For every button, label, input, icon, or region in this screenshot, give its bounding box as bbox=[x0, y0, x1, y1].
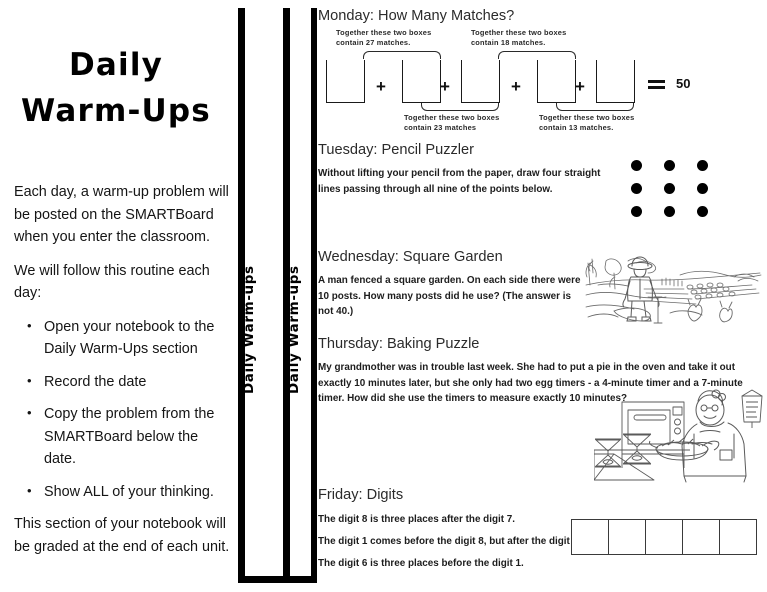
tuesday-dot-grid bbox=[631, 160, 719, 222]
monday-brace-bottom-right bbox=[556, 103, 634, 111]
monday-heading: Monday: How Many Matches? bbox=[318, 8, 515, 24]
monday-equals-bar-bottom bbox=[648, 86, 665, 89]
friday-clue-3: The digit 6 is three places before the d… bbox=[318, 558, 524, 569]
list-item: Open your notebook to the Daily Warm-Ups… bbox=[27, 315, 234, 361]
friday-answer-box-5[interactable] bbox=[719, 519, 757, 555]
dot-r1c2 bbox=[664, 160, 675, 171]
friday-heading: Friday: Digits bbox=[318, 487, 404, 503]
monday-note-top-left: Together these two boxes contain 27 matc… bbox=[336, 28, 432, 47]
wednesday-heading: Wednesday: Square Garden bbox=[318, 249, 503, 265]
friday-clue-1: The digit 8 is three places after the di… bbox=[318, 514, 515, 525]
monday-equals-bar-top bbox=[648, 80, 665, 83]
tuesday-body-text: Without lifting your pencil from the pap… bbox=[318, 168, 601, 195]
cover-intro-paragraph-2: We will follow this routine each day: bbox=[14, 262, 210, 302]
list-item: Record the date bbox=[27, 370, 234, 394]
wednesday-body-text: A man fenced a square garden. On each si… bbox=[318, 275, 581, 317]
page-title-line-1: Daily bbox=[68, 47, 164, 83]
monday-note-top-right: Together these two boxes contain 18 matc… bbox=[471, 28, 567, 47]
monday-box-5 bbox=[596, 60, 635, 103]
friday-answer-box-2[interactable] bbox=[608, 519, 645, 555]
monday-box-2 bbox=[402, 60, 441, 103]
monday-matches-diagram: Together these two boxes contain 27 matc… bbox=[318, 28, 767, 133]
friday-answer-box-3[interactable] bbox=[645, 519, 682, 555]
monday-total-value: 50 bbox=[676, 76, 691, 91]
monday-plus-1: + bbox=[376, 77, 386, 96]
farmer-garden-illustration bbox=[585, 256, 762, 324]
dot-r3c2 bbox=[664, 206, 675, 217]
monday-note-bottom-right: Together these two boxes contain 13 matc… bbox=[539, 113, 635, 132]
monday-brace-top-left bbox=[363, 51, 441, 59]
friday-answer-box-4[interactable] bbox=[682, 519, 719, 555]
friday-clue-2: The digit 1 comes before the digit 8, bu… bbox=[318, 536, 581, 547]
monday-box-4 bbox=[537, 60, 576, 103]
cover-panel: Daily Warm-Ups Each day, a warm-up probl… bbox=[0, 0, 232, 592]
cover-intro-paragraph-1: Each day, a warm-up problem will be post… bbox=[14, 184, 229, 245]
list-item: Show ALL of your thinking. bbox=[27, 480, 234, 504]
tuesday-heading: Tuesday: Pencil Puzzler bbox=[318, 142, 475, 158]
monday-box-3 bbox=[461, 60, 500, 103]
dot-r2c3 bbox=[697, 183, 708, 194]
cover-closing-paragraph: This section of your notebook will be gr… bbox=[14, 516, 230, 555]
monday-plus-3: + bbox=[511, 77, 521, 96]
cover-routine-list: Open your notebook to the Daily Warm-Ups… bbox=[14, 315, 234, 504]
dot-r3c1 bbox=[631, 206, 642, 217]
monday-plus-4: + bbox=[575, 77, 585, 96]
monday-box-1 bbox=[326, 60, 365, 103]
spine-label-second: Daily Warm-ups bbox=[286, 265, 302, 394]
monday-brace-top-right bbox=[498, 51, 576, 59]
spine-rule-bottom-a bbox=[238, 576, 290, 583]
spine-label-first: Daily Warm-ups bbox=[241, 265, 257, 394]
friday-answer-boxes bbox=[571, 519, 757, 555]
friday-answer-box-1[interactable] bbox=[571, 519, 608, 555]
dot-r3c3 bbox=[697, 206, 708, 217]
page-title: Daily Warm-Ups bbox=[0, 42, 232, 134]
spine-rule-right bbox=[311, 8, 317, 583]
monday-brace-bottom-left bbox=[421, 103, 499, 111]
monday-note-bottom-left: Together these two boxes contain 23 matc… bbox=[404, 113, 500, 132]
dot-r2c1 bbox=[631, 183, 642, 194]
dot-r1c1 bbox=[631, 160, 642, 171]
dot-r1c3 bbox=[697, 160, 708, 171]
grandmother-kitchen-illustration bbox=[594, 389, 763, 483]
spine-rule-bottom-b bbox=[290, 576, 317, 583]
dot-r2c2 bbox=[664, 183, 675, 194]
cover-body-text: Each day, a warm-up problem will be post… bbox=[14, 181, 234, 569]
monday-plus-2: + bbox=[440, 77, 450, 96]
page-title-line-2: Warm-Ups bbox=[21, 93, 211, 129]
thursday-heading: Thursday: Baking Puzzle bbox=[318, 336, 480, 352]
list-item: Copy the problem from the SMARTBoard bel… bbox=[27, 402, 234, 471]
worksheet-column: Monday: How Many Matches? Together these… bbox=[318, 0, 767, 592]
